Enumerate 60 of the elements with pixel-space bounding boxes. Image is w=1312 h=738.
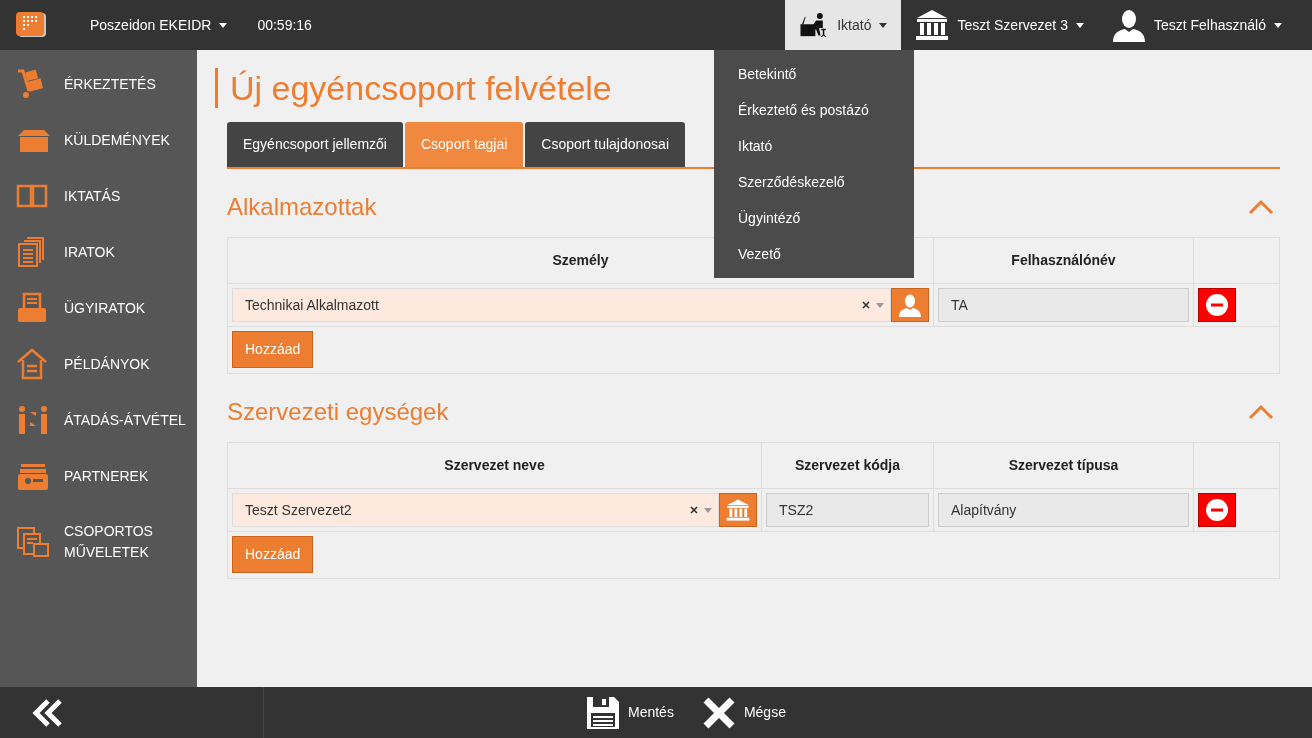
column-header: Szervezet kódja [761,442,934,489]
session-timer: 00:59:16 [256,15,313,35]
role-menu[interactable]: Iktató [785,0,902,50]
read-only-field: TSZ2 [766,493,929,527]
stacked-documents-icon [16,526,50,558]
sidebar-item[interactable]: IKTATÁS [0,168,197,224]
clear-icon [690,506,698,514]
user-icon [1111,8,1146,42]
save-button[interactable]: Mentés [572,695,688,730]
dropdown-item[interactable]: Iktató [714,128,797,164]
organization-menu[interactable]: Teszt Szervezet 3 [901,0,1098,50]
page-title: Új egyéncsoport felvétele [215,68,612,108]
select-field[interactable]: Technikai Alkalmazott [232,288,891,322]
caret-icon [1075,22,1084,28]
caret-icon [704,507,712,513]
collapse-chevron-icon[interactable] [1248,199,1274,215]
column-header: Szervezet neve [227,442,762,489]
clear-icon [862,301,870,309]
caret-icon [879,22,888,28]
minus-icon [1205,293,1229,317]
collapse-chevron-icon[interactable] [1248,404,1274,420]
dropdown-item[interactable]: Érkeztető és postázó [714,92,893,128]
minus-icon [1205,498,1229,522]
remove-button[interactable] [1198,493,1236,527]
sidebar-item[interactable]: CSOPORTOS MŰVELETEK [0,504,197,580]
read-only-field: Alapítvány [938,493,1189,527]
dropdown-item[interactable]: Szerződéskezelő [714,164,869,200]
cancel-button[interactable]: Mégse [687,695,800,730]
caret-icon [219,22,228,28]
app-menu[interactable]: Poszeidon EKEIDR [76,0,242,50]
dropdown-item[interactable]: Vezető [714,236,805,272]
sidebar-item[interactable]: ÁTADÁS-ÁTVÉTEL [0,392,197,448]
caret-icon [1274,22,1282,28]
read-only-field: TA [938,288,1189,322]
person-lookup-button[interactable] [891,288,929,322]
organization-lookup-button[interactable] [719,493,757,527]
dropdown-item[interactable]: Betekintő [714,56,821,92]
caret-icon [876,302,884,308]
column-header: Szervezet típusa [933,442,1194,489]
app-logo-icon [14,11,48,39]
sidebar-item[interactable]: IRATOK [0,224,197,280]
building-icon [726,498,750,522]
section-title: Szervezeti egységek [227,397,449,427]
sidebar-item[interactable]: KÜLDEMÉNYEK [0,112,197,168]
tab[interactable]: Csoport tulajdonosai [525,122,685,167]
dropdown-item[interactable]: Ügyintéző [714,200,825,236]
sidebar-item[interactable]: ÉRKEZTETÉS [0,56,197,112]
tab[interactable]: Egyéncsoport jellemzői [227,122,403,167]
column-header: Felhasználónév [933,237,1194,284]
sidebar-item[interactable]: PARTNEREK [0,448,197,504]
sidebar-item[interactable]: ÜGYIRATOK [0,280,197,336]
building-icon [915,9,950,41]
user-icon [898,293,922,317]
select-field[interactable]: Teszt Szervezet2 [232,493,719,527]
collapse-sidebar-icon[interactable] [30,697,64,728]
close-icon [701,695,736,730]
section-title: Alkalmazottak [227,192,377,222]
user-menu[interactable]: Teszt Felhasználó [1097,0,1312,50]
remove-button[interactable] [1198,288,1236,322]
sidebar-item[interactable]: PÉLDÁNYOK [0,336,197,392]
